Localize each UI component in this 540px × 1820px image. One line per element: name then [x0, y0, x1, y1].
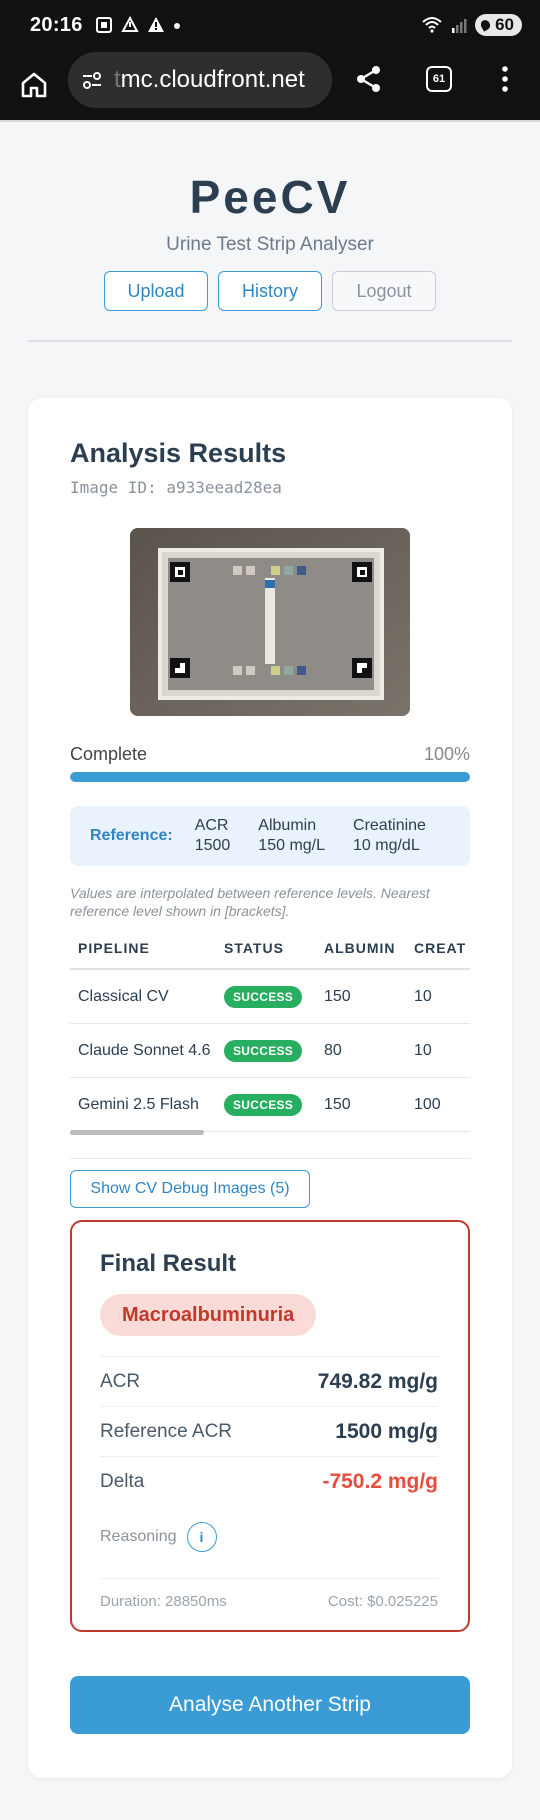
table-horizontal-scrollbar[interactable] — [70, 1130, 204, 1135]
main-nav: Upload History Logout — [0, 271, 540, 311]
acr-label: ACR — [100, 1370, 141, 1392]
column-header-pipeline: PIPELINE — [78, 940, 150, 956]
pipeline-name: Claude Sonnet 4.6 — [78, 1041, 211, 1059]
url-text: tmc.cloudfront.net — [114, 66, 305, 94]
strip-photo-image — [130, 528, 410, 716]
delta-label: Delta — [100, 1470, 145, 1492]
reference-acr-name: ACR — [194, 817, 229, 834]
reference-acr-label: Reference ACR — [100, 1420, 233, 1442]
reference-creatinine: Creatinine 10 mg/dL — [353, 816, 426, 856]
logout-button[interactable]: Logout — [332, 271, 436, 311]
table-row: Gemini 2.5 Flash SUCCESS 150 100 — [70, 1078, 470, 1132]
reference-creatinine-name: Creatinine — [353, 817, 426, 834]
warning-icon — [147, 17, 164, 32]
notification-icon — [120, 16, 139, 32]
status-right: 60 — [421, 14, 522, 36]
url-scrolled-part: t — [114, 66, 121, 93]
albumin-value: 150 — [324, 987, 351, 1005]
creat-value: 10 — [414, 987, 432, 1005]
reference-albumin: Albumin 150 mg/L — [258, 816, 325, 856]
creat-value: 100 — [414, 1095, 441, 1113]
analyse-another-strip-button[interactable]: Analyse Another Strip — [70, 1676, 470, 1734]
results-card: Analysis Results Image ID: a933eead28ea … — [28, 398, 512, 1778]
final-result-title: Final Result — [100, 1250, 237, 1277]
column-header-creat: CREAT — [414, 940, 467, 956]
signal-icon — [452, 19, 467, 33]
acr-value: 749.82 mg/g — [317, 1369, 438, 1393]
column-header-albumin: ALBUMIN — [324, 940, 396, 956]
reference-creatinine-value: 10 mg/dL — [353, 837, 420, 854]
progress-label: Complete — [70, 744, 148, 764]
status-time: 20:16 — [30, 13, 83, 36]
upload-button[interactable]: Upload — [104, 271, 208, 311]
status-bar: 20:16 60 — [0, 0, 540, 50]
status-badge: SUCCESS — [224, 1093, 303, 1116]
image-id: Image ID: a933eead28ea — [70, 478, 282, 497]
diagnosis-badge: Macroalbuminuria — [100, 1294, 317, 1336]
status-badge: SUCCESS — [224, 985, 303, 1008]
status-icons — [95, 16, 182, 34]
reasoning-label: Reasoning — [100, 1528, 177, 1545]
duration-text: Duration: 28850ms — [100, 1593, 227, 1610]
reference-acr-value: 1500 — [194, 837, 231, 854]
screenshot-icon — [95, 17, 112, 33]
albumin-value: 150 — [324, 1095, 351, 1113]
reference-acr-row: Reference ACR 1500 mg/g — [100, 1406, 438, 1456]
final-result-panel: Final Result Macroalbuminuria ACR 749.82… — [70, 1220, 470, 1632]
reference-label: Reference: — [90, 827, 173, 844]
show-debug-images-button[interactable]: Show CV Debug Images (5) — [70, 1170, 310, 1208]
pipeline-name: Classical CV — [78, 987, 169, 1005]
progress-label-row: Complete 100% — [70, 744, 470, 765]
wifi-icon — [422, 17, 442, 33]
progress-percent: 100% — [423, 744, 470, 764]
pipeline-table[interactable]: PIPELINE STATUS ALBUMIN CREAT Classical … — [70, 928, 470, 1146]
table-header-row: PIPELINE STATUS ALBUMIN CREAT — [70, 928, 470, 970]
interpolation-note: Values are interpolated between referenc… — [70, 885, 430, 919]
battery-icon: 60 — [475, 14, 522, 36]
status-badge: SUCCESS — [224, 1039, 303, 1062]
delta-value: -750.2 mg/g — [322, 1469, 438, 1493]
reference-acr-result: 1500 mg/g — [335, 1419, 438, 1443]
progress-bar — [70, 772, 470, 782]
dot-icon — [173, 23, 180, 29]
section-divider — [70, 1158, 470, 1159]
acr-row: ACR 749.82 mg/g — [100, 1356, 438, 1406]
app-title: PeeCV — [189, 171, 351, 223]
reference-albumin-value: 150 mg/L — [258, 837, 326, 854]
creat-value: 10 — [414, 1041, 432, 1059]
pipeline-name: Gemini 2.5 Flash — [78, 1095, 199, 1113]
result-meta: Duration: 28850ms Cost: $0.025225 — [100, 1578, 438, 1610]
browser-toolbar: tmc.cloudfront.net 61 — [0, 50, 540, 120]
cost-text: Cost: $0.025225 — [327, 1593, 438, 1610]
address-bar[interactable]: tmc.cloudfront.net — [68, 52, 332, 108]
info-icon[interactable]: i — [186, 1522, 217, 1552]
results-title: Analysis Results — [70, 438, 287, 468]
column-header-status: STATUS — [224, 940, 284, 956]
reference-acr: ACR 1500 — [195, 816, 231, 856]
reference-box: Reference: ACR 1500 Albumin 150 mg/L Creat… — [70, 806, 470, 866]
site-settings-icon[interactable] — [80, 68, 104, 92]
table-row: Claude Sonnet 4.6 SUCCESS 80 10 — [70, 1024, 470, 1078]
tab-count-button[interactable]: 61 — [426, 66, 452, 92]
reference-albumin-name: Albumin — [258, 817, 317, 834]
albumin-value: 80 — [324, 1041, 342, 1059]
table-row: Classical CV SUCCESS 150 10 — [70, 970, 470, 1024]
history-button[interactable]: History — [218, 271, 322, 311]
more-menu-icon[interactable] — [496, 64, 514, 94]
strip-photo — [130, 528, 410, 716]
share-icon[interactable] — [354, 64, 384, 94]
url-domain: mc.cloudfront.net — [120, 66, 305, 93]
home-icon[interactable] — [19, 70, 49, 100]
app-tagline: Urine Test Strip Analyser — [166, 234, 374, 255]
header-divider — [28, 340, 512, 342]
delta-row: Delta -750.2 mg/g — [100, 1456, 438, 1506]
toolbar-divider — [0, 120, 540, 122]
progress-fill — [70, 772, 470, 782]
reasoning-row: Reasoning i — [100, 1522, 217, 1552]
